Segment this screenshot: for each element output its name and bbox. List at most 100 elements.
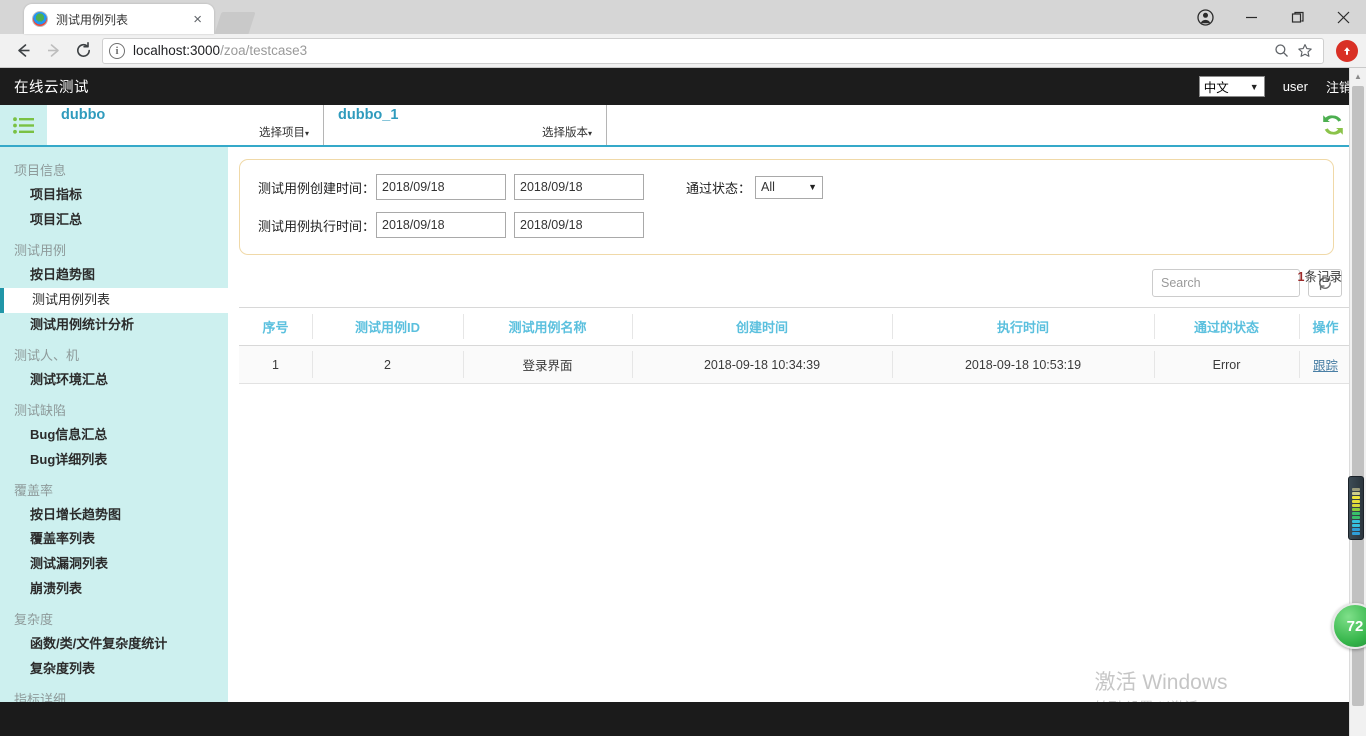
- led-segment: [1352, 500, 1360, 503]
- sidebar-item-project-metrics[interactable]: 项目指标: [0, 183, 228, 208]
- sidebar-item-project-summary[interactable]: 项目汇总: [0, 208, 228, 233]
- pass-status-select[interactable]: All ▼: [755, 175, 824, 199]
- led-segment: [1352, 528, 1360, 531]
- page-body: 项目信息 项目指标 项目汇总 测试用例 按日趋势图 测试用例列表 测试用例统计分…: [0, 147, 1366, 734]
- sidebar-group-title: 测试用例: [14, 242, 67, 258]
- chevron-down-icon: ▾: [304, 128, 309, 138]
- new-tab-button[interactable]: [214, 12, 256, 34]
- table-row[interactable]: 1 2 登录界面 2018-09-18 10:34:39 2018-09-18 …: [239, 345, 1352, 384]
- sidebar-item-bug-summary[interactable]: Bug信息汇总: [0, 423, 228, 448]
- cell-action: 跟踪: [1299, 345, 1352, 384]
- project-select-label: 选择项目▾: [258, 126, 309, 139]
- site-info-icon[interactable]: i: [109, 42, 125, 59]
- browser-tab[interactable]: 测试用例列表 ×: [24, 4, 214, 34]
- browser-titlebar: 测试用例列表 ×: [0, 0, 1366, 34]
- reload-icon[interactable]: [68, 37, 98, 65]
- project-selector[interactable]: dubbo 选择项目▾: [47, 105, 324, 145]
- sidebar-toggle-button[interactable]: [0, 105, 47, 145]
- column-header-create-time[interactable]: 创建时间: [632, 307, 892, 346]
- exec-time-label: 测试用例执行时间：: [258, 218, 376, 234]
- window-controls: [1182, 0, 1366, 34]
- topbar-right-group: 中文 ▼ user 注销: [1198, 76, 1352, 97]
- trace-link[interactable]: 跟踪: [1313, 359, 1338, 373]
- led-segment: [1352, 512, 1360, 515]
- chevron-down-icon: ▾: [587, 128, 592, 138]
- sidebar-group: 测试用例 按日趋势图 测试用例列表 测试用例统计分析: [0, 233, 228, 338]
- forward-arrow-icon: [38, 37, 68, 65]
- language-value: 中文: [1203, 81, 1229, 95]
- scroll-up-arrow-icon[interactable]: ▲: [1350, 68, 1366, 85]
- sidebar-group-title: 测试缺陷: [14, 402, 67, 418]
- sidebar-group: 覆盖率 按日增长趋势图 覆盖率列表 测试漏洞列表 崩溃列表: [0, 473, 228, 603]
- sidebar-item-coverage-list[interactable]: 覆盖率列表: [0, 527, 228, 552]
- main-content: 测试用例创建时间： 2018/09/18 2018/09/18 通过状态： Al…: [237, 147, 1366, 734]
- sidebar-item-crash-list[interactable]: 崩溃列表: [0, 577, 228, 602]
- filter-row-exec-time: 测试用例执行时间： 2018/09/18 2018/09/18: [258, 212, 1315, 238]
- record-count-text: 条记录: [1304, 270, 1342, 284]
- sidebar-item-daily-trend[interactable]: 按日趋势图: [0, 263, 228, 288]
- led-segment: [1352, 492, 1360, 495]
- exec-time-to-input[interactable]: 2018/09/18: [514, 212, 644, 238]
- sidebar-group-title: 项目信息: [14, 163, 67, 178]
- led-segment: [1352, 496, 1360, 499]
- project-selector-bar: dubbo 选择项目▾ dubbo_1 选择版本▾: [0, 105, 1366, 147]
- column-header-exec-time[interactable]: 执行时间: [892, 307, 1154, 346]
- sidebar-nav: 项目信息 项目指标 项目汇总 测试用例 按日趋势图 测试用例列表 测试用例统计分…: [0, 147, 228, 734]
- column-header-index[interactable]: 序号: [239, 307, 312, 346]
- sidebar-item-bug-detail-list[interactable]: Bug详细列表: [0, 448, 228, 473]
- column-header-case-name[interactable]: 测试用例名称: [463, 307, 632, 346]
- table-toolbar: Search 1条记录: [239, 269, 1352, 305]
- zoom-search-icon[interactable]: [1269, 43, 1293, 58]
- activation-title: 激活 Windows: [1094, 670, 1228, 694]
- exec-time-from-input[interactable]: 2018/09/18: [376, 212, 506, 238]
- pass-status-value: All: [761, 180, 775, 194]
- bookmark-star-icon[interactable]: [1293, 43, 1317, 59]
- table-header-row: 序号 测试用例ID 测试用例名称 创建时间 执行时间 通过的状态 操作: [239, 307, 1352, 346]
- pass-status-label: 通过状态：: [686, 180, 752, 196]
- address-bar[interactable]: i localhost:3000/zoa/testcase3: [102, 37, 1324, 64]
- search-input[interactable]: Search: [1152, 269, 1300, 297]
- version-selector[interactable]: dubbo_1 选择版本▾: [324, 105, 607, 145]
- led-segment: [1352, 532, 1360, 535]
- sidebar-item-coverage-trend[interactable]: 按日增长趋势图: [0, 503, 228, 528]
- create-time-from-input[interactable]: 2018/09/18: [376, 174, 506, 200]
- version-select-label: 选择版本▾: [541, 126, 592, 139]
- led-segment: [1352, 524, 1360, 527]
- cell-exec-time: 2018-09-18 10:53:19: [892, 345, 1154, 384]
- profile-icon[interactable]: [1182, 0, 1228, 34]
- url-host: localhost:3000: [133, 43, 221, 58]
- browser-toolbar: i localhost:3000/zoa/testcase3: [0, 34, 1366, 68]
- create-time-to-input[interactable]: 2018/09/18: [514, 174, 644, 200]
- url-text: localhost:3000/zoa/testcase3: [133, 43, 307, 58]
- maximize-icon[interactable]: [1274, 0, 1320, 34]
- sidebar-item-complexity-list[interactable]: 复杂度列表: [0, 657, 228, 682]
- minimize-icon[interactable]: [1228, 0, 1274, 34]
- app-topbar: 在线云测试 中文 ▼ user 注销: [0, 68, 1366, 105]
- sidebar-item-testcase-list[interactable]: 测试用例列表: [0, 287, 228, 313]
- language-select[interactable]: 中文 ▼: [1198, 76, 1265, 97]
- cell-create-time: 2018-09-18 10:34:39: [632, 345, 892, 384]
- back-arrow-icon[interactable]: [8, 37, 38, 65]
- sidebar-item-testcase-stats[interactable]: 测试用例统计分析: [0, 313, 228, 338]
- sidebar-group: 测试缺陷 Bug信息汇总 Bug详细列表: [0, 393, 228, 473]
- led-meter-widget: [1348, 476, 1364, 540]
- column-header-status[interactable]: 通过的状态: [1154, 307, 1299, 346]
- column-header-action[interactable]: 操作: [1299, 307, 1352, 346]
- sidebar-item-complexity-stats[interactable]: 函数/类/文件复杂度统计: [0, 632, 228, 657]
- favicon-icon: [32, 11, 48, 27]
- chevron-down-icon: ▼: [1249, 81, 1259, 92]
- sidebar-item-test-env-summary[interactable]: 测试环境汇总: [0, 368, 228, 393]
- close-icon[interactable]: [1320, 0, 1366, 34]
- extension-icon[interactable]: [1336, 39, 1358, 62]
- column-header-case-id[interactable]: 测试用例ID: [312, 307, 463, 346]
- cell-case-name: 登录界面: [463, 345, 632, 384]
- close-tab-icon[interactable]: ×: [189, 12, 206, 27]
- user-label[interactable]: user: [1283, 79, 1308, 94]
- version-name: dubbo_1: [338, 106, 399, 123]
- sidebar-group: 项目信息 项目指标 项目汇总: [0, 153, 228, 233]
- project-name: dubbo: [61, 106, 106, 123]
- testcase-table: 序号 测试用例ID 测试用例名称 创建时间 执行时间 通过的状态 操作 1 2 …: [239, 307, 1352, 384]
- filter-row-create-time: 测试用例创建时间： 2018/09/18 2018/09/18 通过状态： Al…: [258, 174, 1315, 200]
- led-segment: [1352, 488, 1360, 491]
- sidebar-item-vulnerability-list[interactable]: 测试漏洞列表: [0, 552, 228, 577]
